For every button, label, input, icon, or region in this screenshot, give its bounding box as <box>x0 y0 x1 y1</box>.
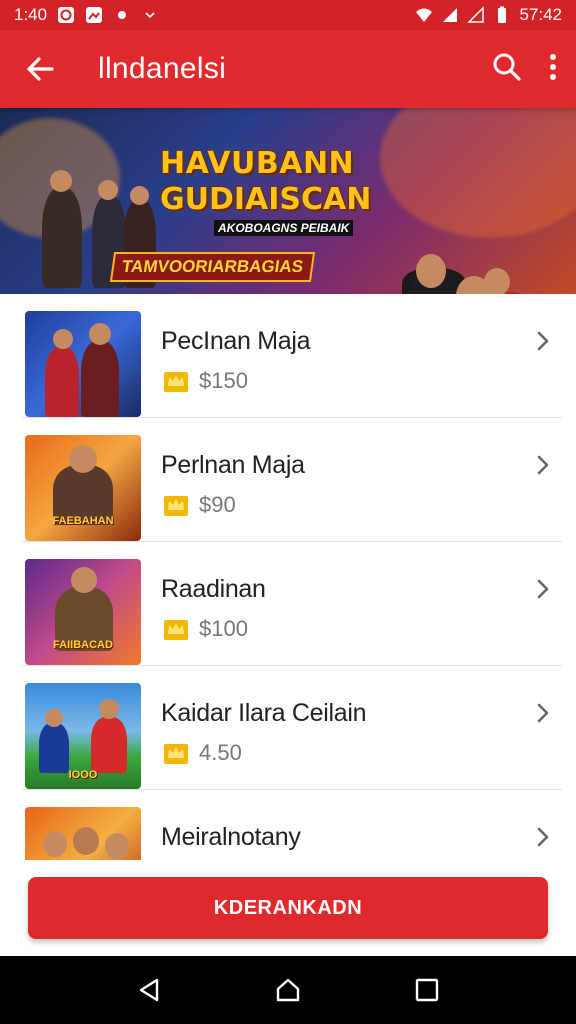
thumbnail-caption: IOOO <box>68 769 98 781</box>
banner-character-head <box>98 180 118 200</box>
banner-title-line1: HAVUBANN <box>160 146 355 181</box>
item-price: $150 <box>163 368 248 394</box>
status-time-left: 1:40 <box>14 5 48 24</box>
banner-character-head <box>484 268 510 294</box>
banner-character-head <box>50 170 72 192</box>
item-thumbnail <box>25 311 141 417</box>
thumbnail-figure-head <box>89 323 111 345</box>
list-item[interactable]: Meiralnotany <box>22 790 562 860</box>
banner-character <box>42 188 82 288</box>
list-item[interactable]: FAIIBACAD Raadinan $100 <box>22 542 562 666</box>
thumbnail-figure-head <box>69 445 97 473</box>
bottom-action-area: KDERANKADN <box>0 860 576 956</box>
status-time-right: 57:42 <box>519 5 562 24</box>
notification-app-icon <box>58 7 75 23</box>
banner-title-line2: GUDIAISCAN <box>160 182 372 217</box>
item-thumbnail: IOOO <box>25 683 141 789</box>
list-item[interactable]: IOOO Kaidar Ilara Ceilain 4.50 <box>22 666 562 790</box>
item-thumbnail: FAIIBACAD <box>25 559 141 665</box>
hero-banner[interactable]: HAVUBANN GUDIAISCAN AKOBOAGNS PEIBAIK TA… <box>0 108 576 294</box>
signal-secondary-icon <box>467 6 485 23</box>
chevron-right-icon <box>537 827 549 847</box>
back-arrow-icon <box>27 57 54 81</box>
thumbnail-figure <box>81 341 119 417</box>
item-name: Raadinan <box>161 575 266 603</box>
back-button[interactable] <box>18 47 62 91</box>
wifi-icon <box>416 8 433 22</box>
thumbnail-figure-head <box>53 329 73 349</box>
search-button[interactable] <box>492 52 522 87</box>
notification-dot-icon <box>118 11 127 19</box>
primary-action-button[interactable]: KDERANKADN <box>28 877 548 939</box>
thumbnail-caption: FAIIBACAD <box>53 639 113 651</box>
thumbnail-figure-head <box>45 709 63 727</box>
item-price-value: $150 <box>199 368 248 393</box>
more-vert-icon <box>550 53 556 80</box>
item-price-value: 4.50 <box>199 740 242 765</box>
item-price-value: $90 <box>199 492 236 517</box>
page-title: llndanelsi <box>98 52 227 85</box>
thumbnail-figure <box>39 723 69 773</box>
search-icon <box>493 53 521 81</box>
signal-icon <box>443 8 458 22</box>
item-thumbnail: FAEBAHAN <box>25 435 141 541</box>
banner-character-head <box>416 254 446 288</box>
item-price-value: $100 <box>199 616 248 641</box>
thumbnail-figure-head <box>71 567 97 593</box>
list-item[interactable]: PecInan Maja $150 <box>22 294 562 418</box>
thumbnail-figure <box>45 347 79 417</box>
thumbnail-figure-head <box>73 827 99 855</box>
overflow-menu-button[interactable] <box>548 52 558 87</box>
banner-subtitle: AKOBOAGNS PEIBAIK <box>214 220 354 236</box>
banner-glow <box>380 108 576 238</box>
notification-more-icon <box>145 12 155 19</box>
thumbnail-figure-head <box>99 699 119 719</box>
banner-tagline: TAMVOORIARBAGIAS <box>109 252 316 282</box>
chevron-right-icon <box>537 455 549 475</box>
item-price: $100 <box>163 616 248 642</box>
nav-home-icon[interactable] <box>274 976 302 1004</box>
chevron-right-icon <box>537 331 549 351</box>
list-item[interactable]: FAEBAHAN Perlnan Maja $90 <box>22 418 562 542</box>
crown-icon <box>164 372 188 392</box>
crown-icon <box>164 620 188 640</box>
item-price: 4.50 <box>163 740 242 766</box>
thumbnail-figure-head <box>43 831 67 857</box>
item-name: Perlnan Maja <box>161 451 305 479</box>
battery-icon <box>498 6 507 23</box>
chevron-right-icon <box>537 579 549 599</box>
item-list: PecInan Maja $150 FAEBAHAN Perlnan Maja … <box>0 294 576 860</box>
item-name: PecInan Maja <box>161 327 311 355</box>
system-nav-bar <box>0 956 576 1024</box>
item-price: $90 <box>163 492 236 518</box>
status-bar: 1:40 57:42 <box>0 0 576 30</box>
app-bar: llndanelsi <box>0 30 576 108</box>
crown-icon <box>164 744 188 764</box>
item-name: Kaidar Ilara Ceilain <box>161 699 367 727</box>
notification-photo-icon <box>86 7 103 23</box>
nav-back-icon[interactable] <box>135 976 163 1004</box>
thumbnail-figure <box>91 717 127 773</box>
chevron-right-icon <box>537 703 549 723</box>
crown-icon <box>164 496 188 516</box>
item-name: Meiralnotany <box>161 823 301 851</box>
thumbnail-caption: FAEBAHAN <box>52 515 114 527</box>
item-thumbnail <box>25 807 141 860</box>
thumbnail-figure-head <box>105 833 129 859</box>
banner-character-head <box>130 186 149 205</box>
nav-recents-icon[interactable] <box>413 976 441 1004</box>
